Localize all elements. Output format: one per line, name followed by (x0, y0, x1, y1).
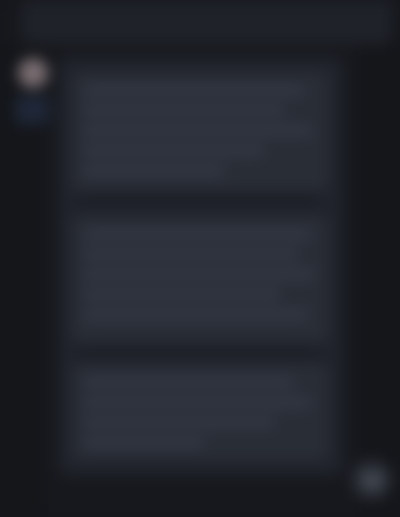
message-paragraph-3-text (72, 364, 73, 365)
text-line (84, 418, 274, 427)
text-line (84, 126, 312, 135)
top-bar (22, 0, 392, 44)
text-line (84, 270, 314, 279)
message-paragraph-1 (72, 72, 328, 190)
text-line (84, 310, 308, 319)
scroll-down-button[interactable] (352, 460, 392, 500)
blurred-chat-view (0, 0, 400, 517)
text-line (84, 146, 264, 155)
text-line (84, 438, 204, 447)
message-paragraph-3 (72, 364, 328, 460)
text-line (84, 398, 310, 407)
text-line (84, 86, 304, 95)
message-card (58, 56, 344, 476)
text-line (84, 378, 294, 387)
text-line (84, 166, 224, 175)
text-line (84, 230, 310, 239)
message-paragraph-2-text (72, 216, 73, 217)
avatar[interactable] (18, 58, 48, 88)
right-rail (358, 44, 400, 517)
section-divider (78, 198, 318, 204)
scroll-down-icon (363, 475, 381, 486)
section-divider (78, 350, 318, 356)
text-line (84, 290, 280, 299)
text-line (84, 106, 284, 115)
avatar-status-indicator (15, 96, 49, 124)
text-line (84, 250, 298, 259)
message-paragraph-1-text (72, 72, 73, 73)
message-paragraph-2 (72, 216, 328, 342)
